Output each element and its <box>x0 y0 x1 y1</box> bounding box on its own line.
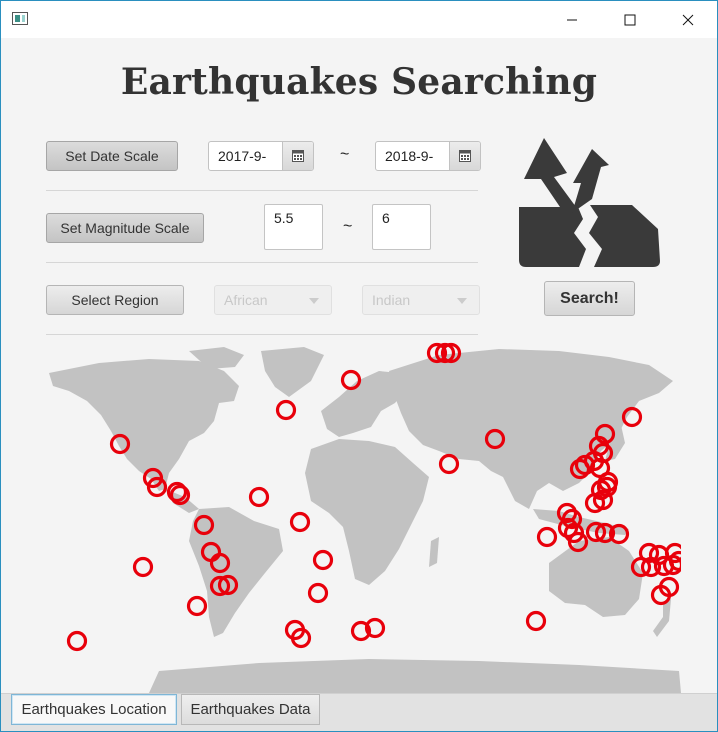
start-calendar-button[interactable] <box>282 142 313 170</box>
tab-earthquakes-data[interactable]: Earthquakes Data <box>181 694 320 725</box>
earthquake-marker <box>340 369 362 391</box>
end-calendar-button[interactable] <box>449 142 480 170</box>
earthquake-marker <box>186 595 208 617</box>
app-icon <box>12 12 28 25</box>
start-date-text[interactable]: 2017-9- <box>218 148 266 164</box>
end-date-text[interactable]: 2018-9- <box>385 148 433 164</box>
land-masses <box>49 347 681 693</box>
world-map <box>49 342 681 693</box>
earthquake-marker <box>312 549 334 571</box>
earthquake-marker <box>275 399 297 421</box>
set-magnitude-scale-button[interactable]: Set Magnitude Scale <box>46 213 204 243</box>
minimize-button[interactable] <box>543 1 601 38</box>
earthquake-marker <box>525 610 547 632</box>
close-icon <box>682 14 694 25</box>
end-date-picker[interactable]: 2018-9- <box>375 141 481 171</box>
date-range-separator: ~ <box>340 146 350 163</box>
set-date-scale-button[interactable]: Set Date Scale <box>46 141 178 171</box>
maximize-icon <box>624 14 636 25</box>
region-second-select[interactable]: Indian <box>362 285 480 315</box>
earthquake-marker <box>536 526 558 548</box>
search-button[interactable]: Search! <box>544 281 635 316</box>
close-button[interactable] <box>659 1 717 38</box>
maximize-button[interactable] <box>601 1 659 38</box>
page-title: Earthquakes Searching <box>120 61 598 103</box>
magnitude-range-separator: ~ <box>343 218 353 235</box>
tab-earthquakes-location[interactable]: Earthquakes Location <box>11 694 177 725</box>
separator <box>46 262 478 263</box>
region-first-value: African <box>224 292 268 308</box>
earthquake-logo-icon <box>519 138 660 267</box>
earthquake-marker <box>132 556 154 578</box>
separator <box>46 190 478 191</box>
chevron-down-icon <box>457 298 467 304</box>
start-date-picker[interactable]: 2017-9- <box>208 141 314 171</box>
region-first-select[interactable]: African <box>214 285 332 315</box>
earthquake-marker <box>438 453 460 475</box>
calendar-icon <box>459 150 471 162</box>
earthquake-marker <box>289 511 311 533</box>
region-second-value: Indian <box>372 292 411 308</box>
earthquake-marker <box>248 486 270 508</box>
magnitude-min-field[interactable]: 5.5 <box>264 204 323 250</box>
tab-bar: Earthquakes Location Earthquakes Data <box>1 693 717 731</box>
earthquake-marker <box>307 582 329 604</box>
select-region-button[interactable]: Select Region <box>46 285 184 315</box>
magnitude-max-field[interactable]: 6 <box>372 204 431 250</box>
chevron-down-icon <box>309 298 319 304</box>
separator <box>46 334 478 335</box>
title-bar <box>1 1 717 38</box>
earthquake-marker <box>66 630 88 652</box>
app-window: Earthquakes Searching Set Date Scale 201… <box>0 0 718 732</box>
calendar-icon <box>292 150 304 162</box>
minimize-icon <box>567 19 577 20</box>
